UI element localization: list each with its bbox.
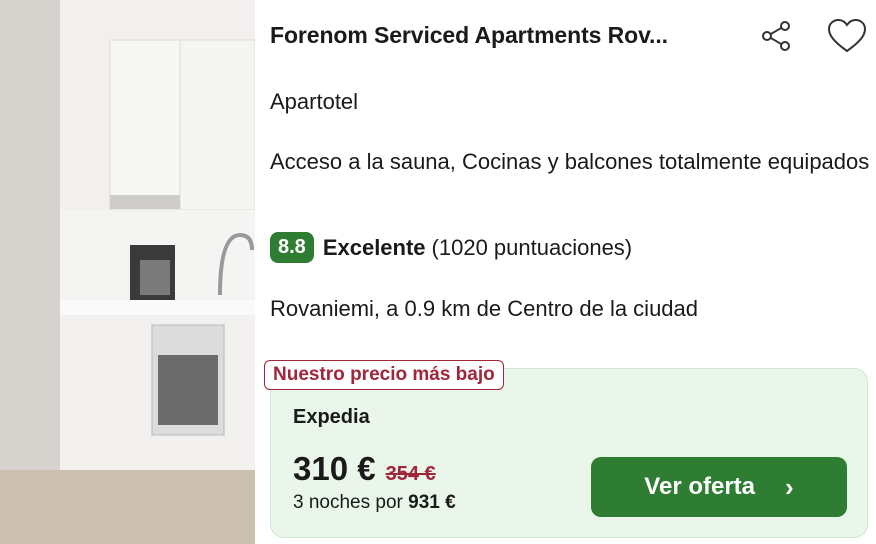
share-icon: [762, 21, 790, 51]
chevron-right-icon: ›: [785, 471, 794, 502]
nights-label: 3 noches por: [293, 492, 409, 513]
property-type: Apartotel: [270, 89, 359, 114]
price-row: 310 € 354 €: [293, 450, 436, 488]
view-deal-button[interactable]: Ver oferta ›: [591, 457, 847, 517]
hotel-photo[interactable]: [0, 0, 255, 544]
total-price-text: 3 noches por 931 €: [293, 492, 456, 514]
view-deal-label: Ver oferta: [644, 473, 756, 500]
share-button[interactable]: [754, 14, 798, 58]
rating-row: 8.8 Excelente (1020 puntuaciones): [270, 232, 632, 263]
favorite-button[interactable]: [825, 14, 869, 58]
location-text: Rovaniemi, a 0.9 km de Centro de la ciud…: [270, 296, 699, 321]
rating-count: (1020 puntuaciones): [431, 234, 633, 260]
heart-icon: [827, 18, 867, 53]
total-price: 931 €: [408, 492, 456, 513]
current-price: 310 €: [293, 450, 376, 487]
lowest-price-badge: Nuestro precio más bajo: [264, 360, 504, 390]
old-price: 354 €: [385, 463, 436, 485]
score-badge: 8.8: [270, 232, 314, 263]
provider-name: Expedia: [293, 406, 370, 428]
rating-label: Excelente: [322, 234, 426, 260]
hotel-name[interactable]: Forenom Serviced Apartments Rov...: [270, 22, 730, 49]
amenities-text: Acceso a la sauna, Cocinas y balcones to…: [270, 149, 870, 174]
